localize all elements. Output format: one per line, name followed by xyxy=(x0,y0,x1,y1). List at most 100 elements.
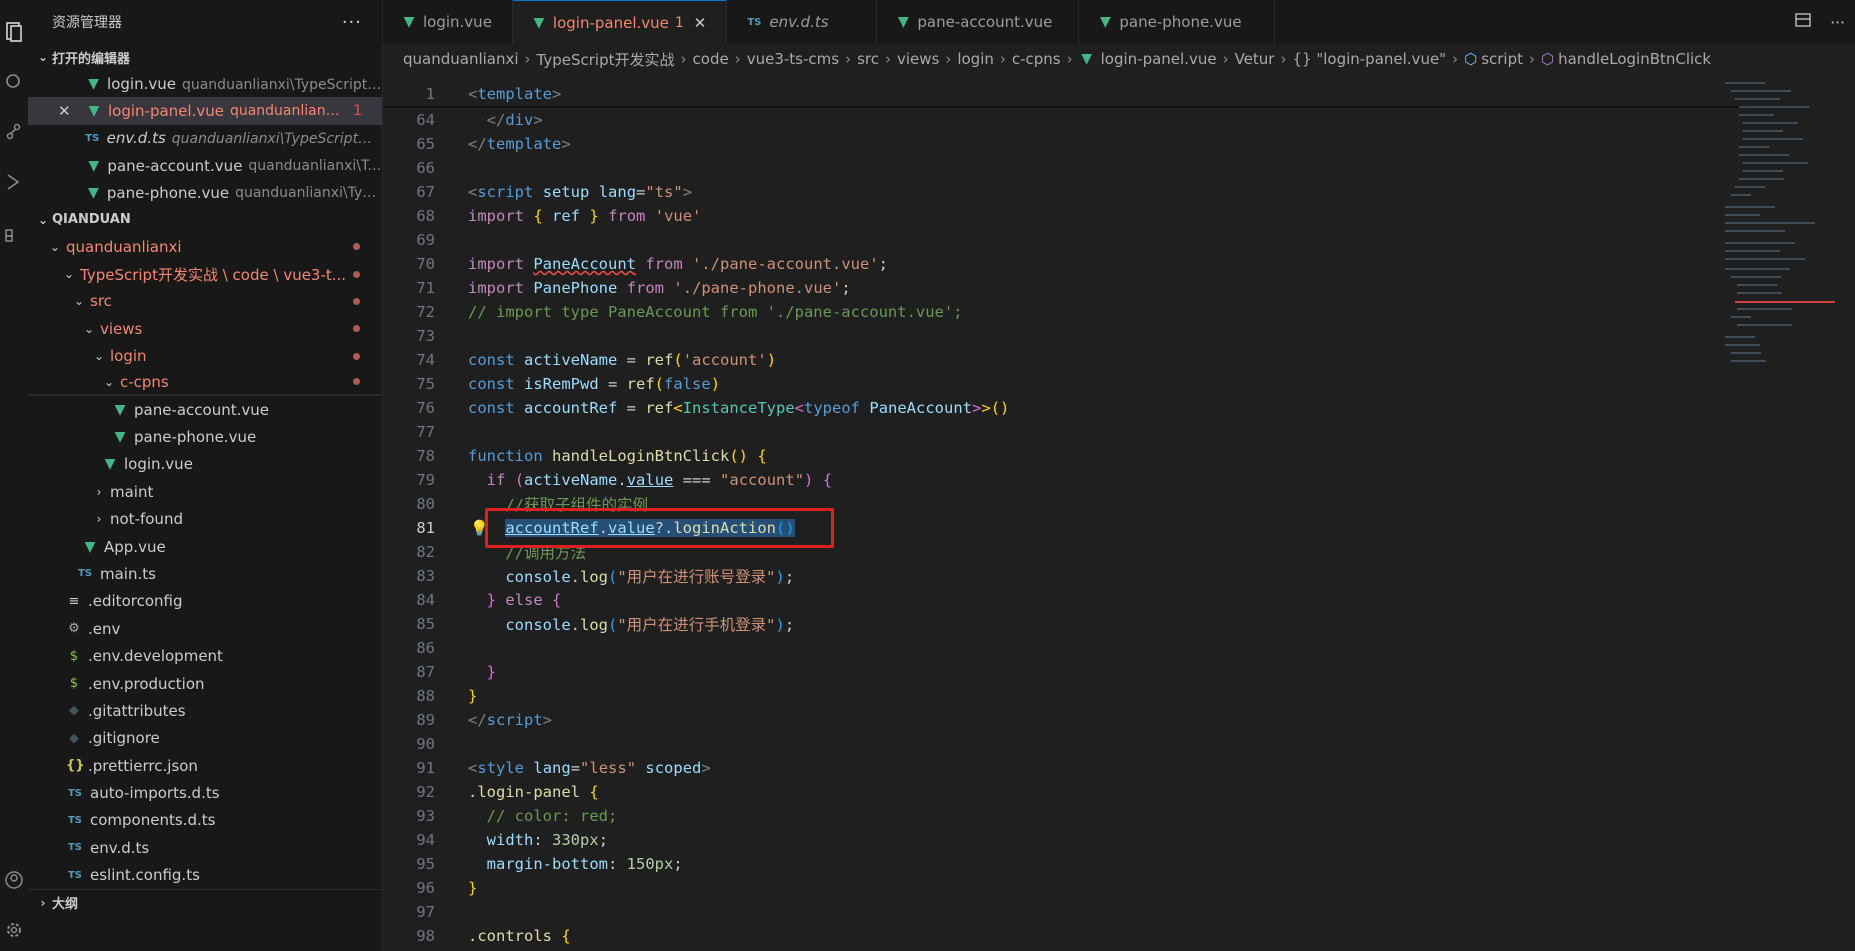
open-editor-item[interactable]: ▼ pane-account.vue quanduanlianxi\Ty... xyxy=(28,152,382,179)
breadcrumb-item[interactable]: Vetur xyxy=(1235,50,1275,68)
modified-dot xyxy=(353,378,360,386)
chevron-down-icon: ⌄ xyxy=(73,294,85,309)
typescript-icon: TS xyxy=(747,16,762,28)
vue-icon: ▼ xyxy=(88,185,99,202)
typescript-icon: TS xyxy=(67,869,83,881)
tree-file[interactable]: TS main.ts xyxy=(28,560,382,587)
problem-count-badge: 1 xyxy=(353,103,362,120)
open-editors-header[interactable]: ⌄ 打开的编辑器 xyxy=(28,44,382,70)
open-editor-item[interactable]: TS env.d.ts quanduanlianxi\TypeScript开发... xyxy=(28,125,382,152)
code-line: 1 <template> xyxy=(425,85,562,103)
vue-icon: ▼ xyxy=(104,456,116,473)
breadcrumb-item[interactable]: handleLoginBtnClick xyxy=(1558,50,1711,68)
files-icon[interactable] xyxy=(0,12,28,52)
chevron-down-icon: ⌄ xyxy=(37,50,49,64)
chevron-down-icon: ⌄ xyxy=(93,349,105,364)
code-line: 79 if (activeName.value === "account") { xyxy=(416,471,833,489)
code-line: 67 <script setup lang="ts"> xyxy=(416,183,693,201)
breadcrumb-item[interactable]: c-cpns xyxy=(1012,50,1061,68)
code-line: 72// import type PaneAccount from './pan… xyxy=(416,303,963,321)
breadcrumb-item[interactable]: vue3-ts-cms xyxy=(747,50,839,68)
source-control-icon[interactable] xyxy=(0,112,28,152)
tree-folder[interactable]: › not-found xyxy=(28,505,382,532)
split-editor-icon[interactable] xyxy=(1795,12,1811,32)
outline-header[interactable]: › 大纲 xyxy=(28,888,382,916)
open-editor-item[interactable]: ▼ login.vue quanduanlianxi\TypeScript开... xyxy=(28,70,382,97)
code-line: 98 .controls { xyxy=(416,927,571,945)
modified-dot xyxy=(353,352,360,360)
code-line: 86 xyxy=(416,639,435,657)
chevron-down-icon: ⌄ xyxy=(83,321,95,336)
tree-file[interactable]: ◆ .gitattributes xyxy=(28,697,382,724)
run-debug-icon[interactable] xyxy=(0,162,28,202)
tree-file[interactable]: ▼ pane-phone.vue xyxy=(28,423,382,450)
close-icon[interactable]: ✕ xyxy=(58,102,86,120)
tree-file[interactable]: $ .env.production xyxy=(28,670,382,697)
breadcrumb-item[interactable]: script xyxy=(1481,50,1523,68)
breadcrumb-item[interactable]: quanduanlianxi xyxy=(403,50,519,68)
tree-file[interactable]: ▼ login.vue xyxy=(28,451,382,478)
git-icon: ◆ xyxy=(69,703,79,719)
breadcrumb-item[interactable]: src xyxy=(857,50,879,68)
tree-folder[interactable]: ⌄ login xyxy=(28,343,382,370)
vue-icon: ▼ xyxy=(1099,14,1111,30)
tree-file[interactable]: TS eslint.config.ts xyxy=(28,862,382,889)
tree-file[interactable]: ◆ .gitignore xyxy=(28,725,382,752)
tree-file[interactable]: TS components.d.ts xyxy=(28,807,382,834)
close-icon[interactable]: ✕ xyxy=(694,14,707,32)
code-line: 66 xyxy=(416,159,435,177)
tree-file[interactable]: TS auto-imports.d.ts xyxy=(28,779,382,806)
breadcrumb-item[interactable]: login xyxy=(957,50,994,68)
tree-file[interactable]: ⚙ .env xyxy=(28,615,382,642)
chevron-right-icon: › xyxy=(40,895,46,910)
cube-icon: ⬡ xyxy=(1464,50,1478,68)
tree-folder[interactable]: ⌄ quanduanlianxi xyxy=(28,233,382,260)
account-icon[interactable] xyxy=(0,860,28,900)
breadcrumb-item[interactable]: code xyxy=(693,50,729,68)
tree-file[interactable]: ▼ pane-account.vue xyxy=(28,396,382,423)
code-line: 71 import PanePhone from './pane-phone.vu… xyxy=(416,279,851,297)
chevron-right-icon: › xyxy=(96,484,102,499)
tree-folder[interactable]: ⌄ c-cpns xyxy=(28,370,382,394)
vue-icon: ▼ xyxy=(88,157,100,174)
code-line: 68 import { ref } from 'vue' xyxy=(416,207,702,225)
tree-folder[interactable]: ⌄ src xyxy=(28,288,382,315)
code-editor[interactable]: 1 <template> 64 </div> 65 </template> 66 6… xyxy=(383,82,1855,951)
modified-dot xyxy=(353,243,360,251)
tab-pane-phone-vue[interactable]: ▼ pane-phone.vue xyxy=(1079,0,1276,44)
code-line: 92 .login-panel { xyxy=(416,783,599,801)
tree-folder[interactable]: › maint xyxy=(28,478,382,505)
tab-env-d-ts[interactable]: TS env.d.ts xyxy=(727,0,878,44)
code-line: 65 </template> xyxy=(416,135,571,153)
more-actions-icon[interactable]: ⋯ xyxy=(1830,13,1845,31)
tree-file[interactable]: ≡ .editorconfig xyxy=(28,588,382,615)
tree-file[interactable]: TS env.d.ts xyxy=(28,834,382,861)
json-icon: {} xyxy=(66,758,85,774)
typescript-icon: TS xyxy=(67,787,83,799)
breadcrumb-item[interactable]: login-panel.vue xyxy=(1101,50,1217,68)
extensions-icon[interactable] xyxy=(0,212,28,252)
tree-file[interactable]: ▼ App.vue xyxy=(28,533,382,560)
minimap-error-marker xyxy=(1735,301,1835,303)
breadcrumb-item[interactable]: views xyxy=(897,50,939,68)
tab-pane-account-vue[interactable]: ▼ pane-account.vue xyxy=(877,0,1080,44)
tree-folder[interactable]: ⌄ TypeScript开发实战 \ code \ vue3-t... xyxy=(28,260,382,287)
breadcrumb-item[interactable]: TypeScript开发实战 xyxy=(537,49,675,70)
tree-folder[interactable]: ⌄ views xyxy=(28,315,382,342)
tree-file[interactable]: $ .env.development xyxy=(28,642,382,669)
minimap[interactable] xyxy=(1725,82,1835,382)
workspace-header[interactable]: ⌄ QIANDUAN xyxy=(28,207,382,233)
settings-gear-icon[interactable] xyxy=(0,910,28,950)
tree-file[interactable]: {} .prettierrc.json xyxy=(28,752,382,779)
more-actions-icon[interactable]: ··· xyxy=(342,12,362,33)
open-editor-item[interactable]: ▼ pane-phone.vue quanduanlianxi\Type... xyxy=(28,180,382,207)
code-line: 83 console.log("用户在进行账号登录"); xyxy=(416,567,795,586)
typescript-icon: TS xyxy=(67,842,83,854)
search-icon[interactable] xyxy=(0,62,28,102)
tab-login-vue[interactable]: ▼ login.vue xyxy=(383,0,513,44)
code-line: 76 const accountRef = ref<InstanceType<ty… xyxy=(416,399,1010,417)
tab-login-panel-vue[interactable]: ▼ login-panel.vue 1 ✕ xyxy=(512,0,728,44)
modified-dot xyxy=(353,297,360,305)
open-editor-item-active[interactable]: ✕▼login-panel.vuequanduanlianxi\...1 xyxy=(28,97,382,125)
breadcrumb-item[interactable]: {} "login-panel.vue" xyxy=(1292,50,1446,68)
